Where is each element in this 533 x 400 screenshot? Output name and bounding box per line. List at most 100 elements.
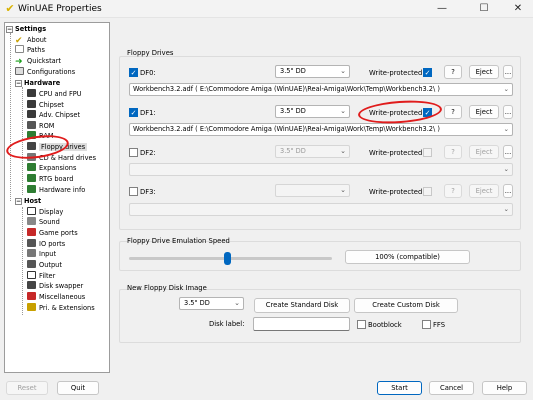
tree-host[interactable]: − Host (15, 196, 41, 206)
df3-write-protected-checkbox[interactable] (423, 187, 432, 196)
df0-write-protected-label: Write-protected (369, 69, 423, 77)
monitor-icon (27, 207, 36, 215)
bootblock-checkbox[interactable] (357, 320, 366, 329)
tree-item-sound[interactable]: Sound (27, 217, 60, 227)
rtg-icon (27, 174, 36, 182)
tree-item-chipset[interactable]: Chipset (27, 100, 64, 110)
keyboard-icon (27, 249, 36, 257)
reset-button[interactable]: Reset (6, 381, 48, 395)
new-floppy-label: New Floppy Disk Image (127, 284, 207, 292)
tree-item-miscellaneous[interactable]: Miscellaneous (27, 292, 85, 302)
maximize-button[interactable]: ☐ (471, 0, 497, 18)
df3-enable-checkbox[interactable] (129, 187, 138, 196)
tree-item-pri-extensions[interactable]: Pri. & Extensions (27, 303, 95, 313)
config-icon (15, 67, 24, 75)
tree-item-expansions[interactable]: Expansions (27, 163, 76, 173)
minimize-button[interactable]: — (429, 0, 455, 18)
emulation-speed-value: 100% (compatible) (345, 250, 470, 264)
new-disk-type-select[interactable]: 3.5" DD ⌄ (179, 297, 244, 310)
tree-item-configurations[interactable]: Configurations (15, 67, 75, 77)
df0-write-protected-checkbox[interactable]: ✓ (423, 68, 432, 77)
tree-item-paths[interactable]: Paths (15, 45, 45, 55)
speaker-icon (27, 217, 36, 225)
df2-write-protected-checkbox[interactable] (423, 148, 432, 157)
create-custom-disk-button[interactable]: Create Custom Disk (354, 298, 458, 313)
df3-type-select[interactable]: ⌄ (275, 184, 350, 197)
tree-item-input[interactable]: Input (27, 249, 56, 259)
df1-eject-button[interactable]: Eject (469, 105, 499, 119)
df2-write-protected-label: Write-protected (369, 149, 423, 157)
tree-item-about[interactable]: ✔ About (15, 35, 47, 46)
disk-label-input[interactable] (253, 317, 350, 331)
df2-image-path-select[interactable]: ⌄ (129, 163, 513, 176)
tree-settings[interactable]: − Settings (6, 24, 46, 34)
tree-item-adv-chipset[interactable]: Adv. Chipset (27, 110, 80, 120)
df3-help-button[interactable]: ? (444, 184, 462, 198)
df1-label: DF1: (140, 109, 156, 117)
df1-type-select[interactable]: 3.5" DD ⌄ (275, 105, 350, 118)
port-icon (27, 239, 36, 247)
df0-image-path-select[interactable]: Workbench3.2.adf ( E:\Commodore Amiga (W… (129, 83, 513, 96)
df0-eject-button[interactable]: Eject (469, 65, 499, 79)
df1-image-path-select[interactable]: Workbench3.2.adf ( E:\Commodore Amiga (W… (129, 123, 513, 136)
tree-item-hardware-info[interactable]: Hardware info (27, 185, 85, 195)
tree-hardware[interactable]: − Hardware (15, 78, 60, 88)
bootblock-label: Bootblock (368, 321, 402, 329)
df2-label: DF2: (140, 149, 156, 157)
chip-icon (27, 100, 36, 108)
df2-type-select[interactable]: 3.5" DD ⌄ (275, 145, 350, 158)
df2-eject-button[interactable]: Eject (469, 145, 499, 159)
expansion-icon (27, 163, 36, 171)
paths-icon (15, 45, 24, 53)
cancel-button[interactable]: Cancel (429, 381, 474, 395)
misc-icon (27, 292, 36, 300)
emulation-speed-label: Floppy Drive Emulation Speed (127, 237, 230, 245)
df3-eject-button[interactable]: Eject (469, 184, 499, 198)
extensions-icon (27, 303, 36, 311)
df3-browse-button[interactable]: ... (503, 184, 513, 198)
settings-tree: − Settings ✔ About Paths ➜ Quickstart Confi… (4, 22, 110, 373)
tree-item-filter[interactable]: Filter (27, 271, 55, 281)
emulation-speed-slider-thumb[interactable] (224, 252, 231, 265)
df3-image-path-select[interactable]: ⌄ (129, 203, 513, 216)
joystick-icon (27, 228, 36, 236)
tree-item-io-ports[interactable]: IO ports (27, 239, 65, 249)
rom-icon (27, 121, 36, 129)
quit-button[interactable]: Quit (57, 381, 99, 395)
disk-label-caption: Disk label: (209, 320, 245, 328)
create-standard-disk-button[interactable]: Create Standard Disk (254, 298, 350, 313)
info-icon (27, 185, 36, 193)
quickstart-icon: ➜ (15, 57, 23, 67)
df1-help-button[interactable]: ? (444, 105, 462, 119)
chip-icon (27, 89, 36, 97)
close-button[interactable]: ✕ (505, 0, 531, 18)
df0-label: DF0: (140, 69, 156, 77)
df0-type-select[interactable]: 3.5" DD ⌄ (275, 65, 350, 78)
df1-browse-button[interactable]: ... (503, 105, 513, 119)
floppy-drives-label: Floppy Drives (127, 49, 174, 57)
tree-item-output[interactable]: Output (27, 260, 62, 270)
df0-help-button[interactable]: ? (444, 65, 462, 79)
df0-browse-button[interactable]: ... (503, 65, 513, 79)
df3-label: DF3: (140, 188, 156, 196)
tree-item-rom[interactable]: ROM (27, 121, 54, 131)
df0-enable-checkbox[interactable]: ✓ (129, 68, 138, 77)
winuae-app-icon: ✔ (5, 2, 15, 15)
start-button[interactable]: Start (377, 381, 422, 395)
df1-enable-checkbox[interactable]: ✓ (129, 108, 138, 117)
tree-item-display[interactable]: Display (27, 207, 63, 217)
tree-item-game-ports[interactable]: Game ports (27, 228, 78, 238)
tree-item-rtg-board[interactable]: RTG board (27, 174, 73, 184)
df2-browse-button[interactable]: ... (503, 145, 513, 159)
window-title: WinUAE Properties (18, 4, 102, 14)
help-button[interactable]: Help (482, 381, 527, 395)
df2-help-button[interactable]: ? (444, 145, 462, 159)
ffs-checkbox[interactable] (422, 320, 431, 329)
output-icon (27, 260, 36, 268)
tree-item-quickstart[interactable]: ➜ Quickstart (15, 56, 61, 67)
chip-icon (27, 110, 36, 118)
df3-write-protected-label: Write-protected (369, 188, 423, 196)
df2-enable-checkbox[interactable] (129, 148, 138, 157)
tree-item-disk-swapper[interactable]: Disk swapper (27, 281, 83, 291)
tree-item-cpu[interactable]: CPU and FPU (27, 89, 82, 99)
